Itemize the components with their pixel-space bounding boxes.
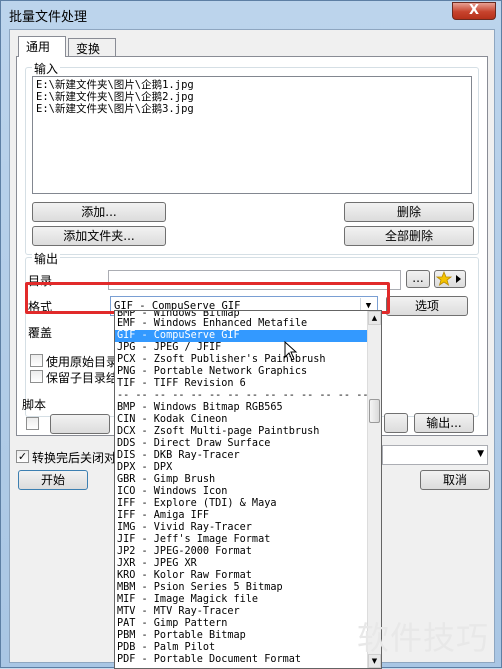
dropdown-item[interactable]: ICO - Windows Icon (115, 486, 381, 498)
dropdown-item[interactable]: PDF - Portable Document Format (115, 654, 381, 666)
close-after-checkbox[interactable]: ✓ (16, 450, 29, 463)
tab-transform[interactable]: 变换 (68, 38, 116, 57)
close-button[interactable]: X (452, 2, 496, 20)
dropdown-item[interactable]: DIS - DKB Ray-Tracer (115, 450, 381, 462)
scroll-thumb[interactable] (369, 399, 380, 423)
overwrite-label: 覆盖 (28, 326, 53, 340)
file-list-item[interactable]: E:\新建文件夹\图片\企鹅3.jpg (36, 103, 468, 115)
add-folder-button[interactable]: 添加文件夹... (32, 226, 166, 246)
format-dropdown-list[interactable]: BMP - Windows Bitmap EMF - Windows Enhanc… (114, 310, 382, 669)
file-list-item[interactable]: E:\新建文件夹\图片\企鹅1.jpg (36, 79, 468, 91)
dropdown-item[interactable]: MIF - Image Magick file (115, 594, 381, 606)
dropdown-item[interactable]: CIN - Kodak Cineon (115, 414, 381, 426)
dropdown-item[interactable]: JXR - JPEG XR (115, 558, 381, 570)
dropdown-item[interactable]: IFF - Explore (TDI) & Maya (115, 498, 381, 510)
script-combobox[interactable]: ▼ (382, 445, 488, 465)
chevron-down-icon: ▼ (477, 449, 484, 459)
browse-button[interactable]: ... (406, 270, 430, 288)
dropdown-items: BMP - Windows Bitmap EMF - Windows Enhanc… (115, 311, 381, 666)
dropdown-item[interactable]: PCX - Zsoft Publisher's Paintbrush (115, 354, 381, 366)
dropdown-item[interactable]: BMP - Windows Bitmap (115, 311, 381, 318)
dropdown-item[interactable]: JIF - Jeff's Image Format (115, 534, 381, 546)
tab-general[interactable]: 通用 (18, 36, 66, 57)
options-button[interactable]: 选项 (386, 296, 468, 316)
script-browse-button[interactable] (384, 413, 408, 433)
dropdown-item[interactable]: GBR - Gimp Brush (115, 474, 381, 486)
keep-subdir-checkbox[interactable] (30, 370, 43, 383)
window-title: 批量文件处理 (9, 10, 88, 25)
dropdown-item[interactable]: DDS - Direct Draw Surface (115, 438, 381, 450)
star-icon (435, 270, 461, 286)
dropdown-item[interactable]: BMP - Windows Bitmap RGB565 (115, 402, 381, 414)
dropdown-item[interactable]: DCX - Zsoft Multi-page Paintbrush (115, 426, 381, 438)
input-group-label: 输入 (32, 60, 61, 77)
dropdown-item[interactable]: PDB - Palm Pilot (115, 642, 381, 654)
script-output-button[interactable]: 输出... (414, 413, 474, 433)
dropdown-item[interactable]: GIF - CompuServe GIF (115, 330, 381, 342)
dropdown-item[interactable]: PAT - Gimp Pattern (115, 618, 381, 630)
script-select-button[interactable] (50, 414, 110, 434)
watermark-text: 软件技巧 (357, 619, 490, 657)
file-list-item[interactable]: E:\新建文件夹\图片\企鹅2.jpg (36, 91, 468, 103)
dropdown-item[interactable]: MBM - Psion Series 5 Bitmap (115, 582, 381, 594)
dropdown-item[interactable]: EMF - Windows Enhanced Metafile (115, 318, 381, 330)
use-original-dir-checkbox[interactable] (30, 354, 43, 367)
add-button[interactable]: 添加... (32, 202, 166, 222)
output-group-label: 输出 (32, 250, 61, 267)
dropdown-item[interactable]: IMG - Vivid Ray-Tracer (115, 522, 381, 534)
delete-all-button[interactable]: 全部删除 (344, 226, 474, 246)
scroll-up-icon[interactable]: ▲ (368, 311, 381, 325)
title-bar: 批量文件处理 X (1, 1, 501, 27)
dropdown-item[interactable]: JP2 - JPEG-2000 Format (115, 546, 381, 558)
dropdown-item[interactable]: PNG - Portable Network Graphics (115, 366, 381, 378)
delete-button[interactable]: 删除 (344, 202, 474, 222)
use-original-dir-label: 使用原始目录 (46, 355, 119, 369)
input-group: 输入 E:\新建文件夹\图片\企鹅1.jpg E:\新建文件夹\图片\企鹅2.j… (25, 60, 479, 255)
dropdown-item[interactable]: JPG - JPEG / JFIF (115, 342, 381, 354)
cancel-button[interactable]: 取消 (420, 470, 490, 490)
dropdown-item[interactable]: IFF - Amiga IFF (115, 510, 381, 522)
file-list[interactable]: E:\新建文件夹\图片\企鹅1.jpg E:\新建文件夹\图片\企鹅2.jpg … (32, 76, 472, 194)
start-button[interactable]: 开始 (18, 470, 88, 490)
dropdown-item[interactable]: DPX - DPX (115, 462, 381, 474)
dropdown-item[interactable]: MTV - MTV Ray-Tracer (115, 606, 381, 618)
script-checkbox[interactable] (26, 417, 39, 430)
mouse-pointer-icon (284, 341, 298, 361)
dropdown-item[interactable]: PBM - Portable Bitmap (115, 630, 381, 642)
dropdown-item[interactable]: -- -- -- -- -- -- -- -- -- -- -- -- -- -… (115, 390, 381, 402)
dropdown-item[interactable]: TIF - TIFF Revision 6 (115, 378, 381, 390)
favorites-button[interactable] (434, 270, 466, 288)
batch-dialog-window: 批量文件处理 X 通用 变换 输入 E:\新建文件夹\图片\企鹅1.jpg E:… (0, 0, 502, 669)
script-group-label: 脚本 (22, 398, 47, 412)
dropdown-item[interactable]: KRO - Kolor Raw Format (115, 570, 381, 582)
